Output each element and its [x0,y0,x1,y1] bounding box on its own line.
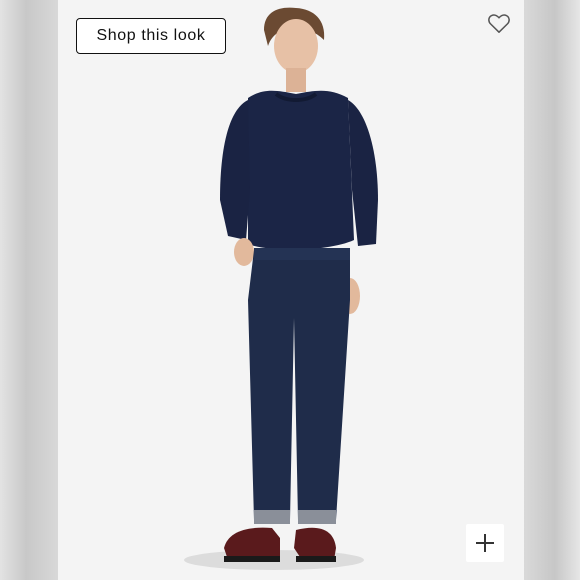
right-blur-panel [524,0,580,580]
expand-button[interactable] [466,524,504,562]
product-image-panel: Shop this look [58,0,524,580]
heart-icon[interactable] [486,10,512,36]
model-photo [184,7,378,570]
shop-this-look-button[interactable]: Shop this look [76,18,226,54]
left-blur-panel [0,0,58,580]
plus-icon [476,534,494,552]
